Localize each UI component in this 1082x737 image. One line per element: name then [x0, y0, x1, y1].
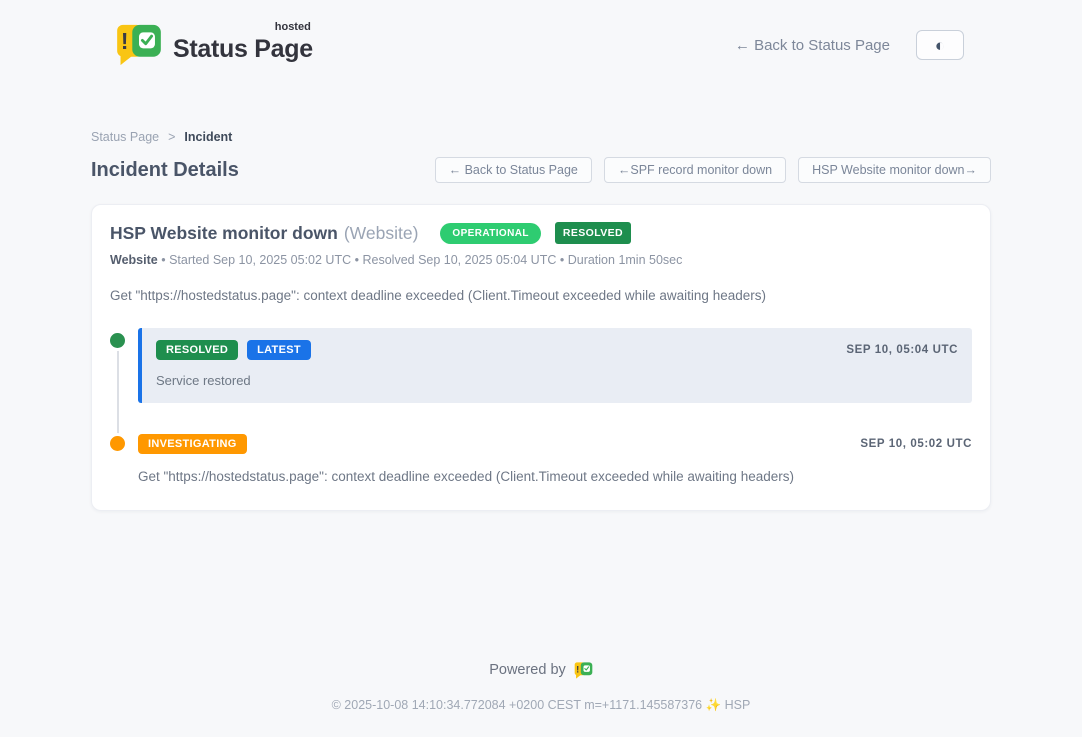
timeline-message: Get "https://hostedstatus.page": context…: [138, 469, 972, 484]
incident-component: (Website): [344, 223, 419, 244]
timeline-message: Service restored: [156, 373, 958, 388]
meta-separator: •: [355, 253, 359, 267]
header-back-link[interactable]: ← Back to Status Page: [735, 37, 890, 54]
header: ! hosted Status Page ← Back to Status Pa…: [0, 0, 1082, 74]
incident-timeline: RESOLVED LATEST SEP 10, 05:04 UTC Servic…: [110, 328, 972, 484]
timeline-timestamp: SEP 10, 05:04 UTC: [846, 344, 958, 356]
meta-resolved: Resolved Sep 10, 2025 05:04 UTC: [362, 253, 556, 267]
latest-badge: LATEST: [247, 340, 311, 360]
breadcrumb-separator: >: [168, 130, 175, 144]
meta-component: Website: [110, 253, 158, 267]
prev-incident-button[interactable]: ←SPF record monitor down: [604, 157, 786, 183]
incident-title-row: HSP Website monitor down (Website) OPERA…: [110, 222, 972, 244]
copyright-line: © 2025-10-08 14:10:34.772084 +0200 CEST …: [0, 698, 1082, 713]
incident-meta: Website • Started Sep 10, 2025 05:02 UTC…: [110, 253, 972, 267]
brand-name: Status Page: [173, 35, 313, 63]
brand-superscript: hosted: [275, 21, 311, 33]
timeline-entry-resolved: RESOLVED LATEST SEP 10, 05:04 UTC Servic…: [110, 328, 972, 403]
timeline-entry-head: RESOLVED LATEST SEP 10, 05:04 UTC: [156, 340, 958, 360]
brand-text: hosted Status Page: [173, 27, 313, 64]
timeline-entry-head: INVESTIGATING SEP 10, 05:02 UTC: [138, 434, 972, 454]
incident-nav-buttons: ← Back to Status Page ←SPF record monito…: [435, 157, 991, 183]
status-bubble-icon: !: [115, 24, 163, 66]
timeline-entry-box: RESOLVED LATEST SEP 10, 05:04 UTC Servic…: [138, 328, 972, 403]
title-row: Incident Details ← Back to Status Page ←…: [91, 157, 991, 183]
timeline-entry-investigating: INVESTIGATING SEP 10, 05:02 UTC Get "htt…: [110, 434, 972, 484]
incident-card: HSP Website monitor down (Website) OPERA…: [91, 204, 991, 511]
page-title: Incident Details: [91, 159, 239, 182]
breadcrumb-status-page[interactable]: Status Page: [91, 130, 159, 144]
next-incident-button[interactable]: HSP Website monitor down→: [798, 157, 991, 183]
brand-logo[interactable]: ! hosted Status Page: [115, 24, 313, 66]
resolved-badge: RESOLVED: [555, 222, 631, 244]
timeline-entry-body: INVESTIGATING SEP 10, 05:02 UTC Get "htt…: [138, 434, 972, 484]
header-right: ← Back to Status Page ◐: [735, 30, 964, 60]
breadcrumb: Status Page > Incident: [91, 130, 991, 144]
theme-toggle-button[interactable]: ◐: [916, 30, 964, 60]
incident-title: HSP Website monitor down: [110, 223, 338, 244]
footer: Powered by ! © 2025-10-08 14:10:34.77208…: [0, 661, 1082, 713]
svg-text:!: !: [576, 664, 579, 675]
timeline-dot-orange: [110, 436, 125, 451]
meta-separator: •: [560, 253, 564, 267]
investigating-badge: INVESTIGATING: [138, 434, 247, 454]
meta-separator: •: [161, 253, 165, 267]
powered-by[interactable]: Powered by !: [489, 662, 593, 679]
status-bubble-icon-small: !: [574, 662, 593, 679]
operational-badge: OPERATIONAL: [440, 223, 540, 244]
main-content: Status Page > Incident Incident Details …: [91, 130, 991, 511]
timeline-timestamp: SEP 10, 05:02 UTC: [860, 438, 972, 450]
timeline-dot-green: [110, 333, 125, 348]
breadcrumb-incident: Incident: [184, 130, 232, 144]
back-to-status-page-button[interactable]: ← Back to Status Page: [435, 157, 592, 183]
resolved-badge: RESOLVED: [156, 340, 238, 360]
contrast-icon: ◐: [935, 37, 945, 54]
incident-description: Get "https://hostedstatus.page": context…: [110, 288, 972, 303]
meta-duration: Duration 1min 50sec: [568, 253, 683, 267]
svg-text:!: !: [121, 28, 129, 54]
meta-started: Started Sep 10, 2025 05:02 UTC: [169, 253, 351, 267]
powered-by-label: Powered by: [489, 662, 566, 678]
